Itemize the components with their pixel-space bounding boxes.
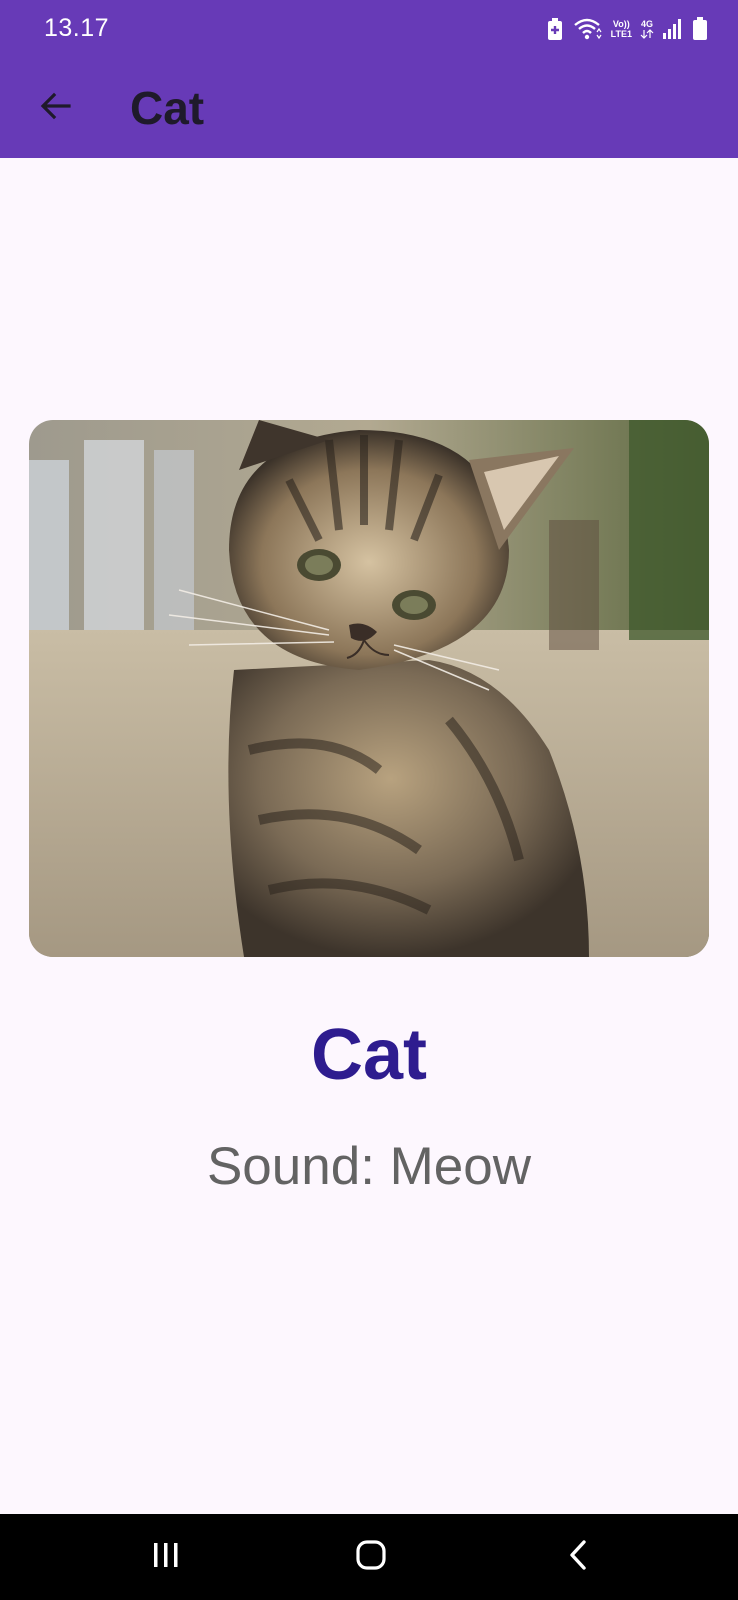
home-button[interactable] [341,1532,401,1582]
navigation-bar [0,1514,738,1600]
status-bar: 13.17 Vo)) LTE1 4G [0,0,738,58]
back-icon [566,1539,590,1576]
recents-button[interactable] [136,1532,196,1582]
app-bar: Cat [0,58,738,158]
status-time: 13.17 [44,14,110,42]
cat-photo [29,420,709,957]
wifi-icon [573,17,603,41]
status-icons: Vo)) LTE1 4G [545,14,708,44]
network-type-label: 4G [640,19,653,29]
recents-icon [151,1541,181,1574]
volte-top-label: Vo)) [612,19,630,29]
back-button[interactable] [28,80,84,136]
animal-name: Cat [310,1015,427,1095]
battery-icon [692,17,708,41]
animal-detail-screen: 13.17 Vo)) LTE1 4G Cat Cat Sound: Meow [0,0,738,1600]
page-title: Cat [130,82,205,134]
signal-icon [662,18,684,40]
arrow-back-icon [39,89,73,128]
volte-icon: Vo)) LTE1 [611,19,632,39]
volte-bottom-label: LTE1 [610,29,632,39]
animal-sound: Sound: Meow [206,1137,532,1196]
battery-saver-icon [545,17,565,41]
network-type-icon: 4G [640,19,654,39]
nav-back-button[interactable] [548,1532,608,1582]
home-icon [355,1539,387,1576]
